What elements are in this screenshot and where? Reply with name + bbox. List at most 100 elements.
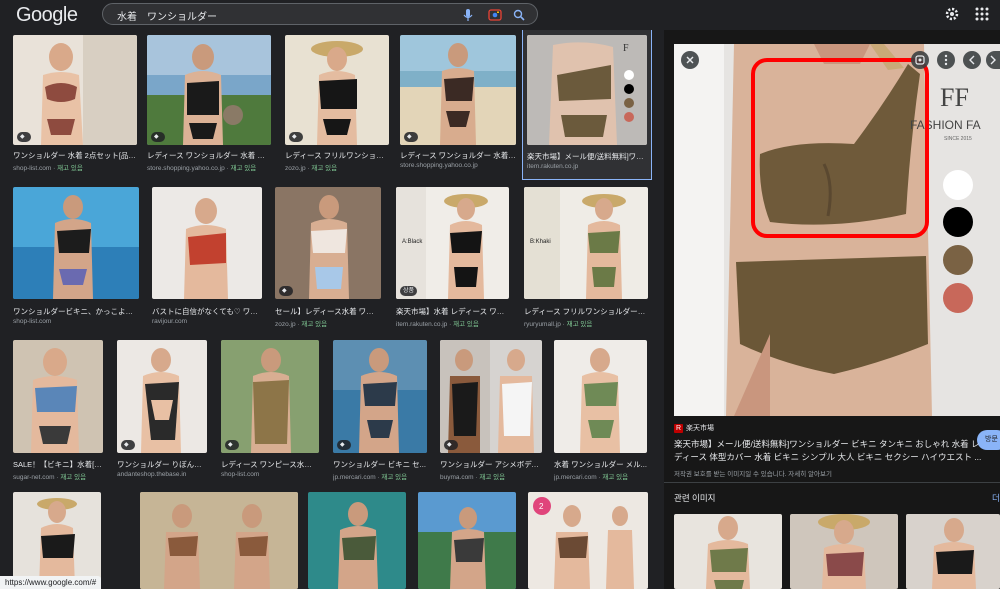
result-title[interactable]: レディース ワンショルダー 水着 胸囲 ... bbox=[147, 150, 271, 161]
result-title[interactable]: 楽天市場】水着 レディース ワン... bbox=[396, 306, 509, 317]
result-card[interactable]: 水着 ワンショルダー メル... jp.mercari.com · 재고 있음 bbox=[554, 340, 647, 481]
result-card[interactable]: ◆ レディース ワンショルダー 水着 ... store.shopping.ya… bbox=[400, 35, 516, 175]
result-card-selected[interactable]: F 楽天市場】メール便/送料無料]ワン... item.rakuten.co.j… bbox=[522, 30, 652, 180]
color-swatch-white bbox=[943, 170, 973, 200]
result-source: shop-list.com bbox=[221, 471, 260, 478]
result-title[interactable]: レディース フリルワンショルダービ... bbox=[524, 306, 648, 317]
result-card[interactable]: ワンショルダービキニ、かっこよく決... shop-list.com bbox=[13, 187, 139, 327]
result-card[interactable] bbox=[140, 492, 298, 589]
result-title[interactable]: ワンショルダー アシメボディ... bbox=[440, 459, 542, 470]
image-results-grid: ◆ ワンショルダー 水着 2点セット[品番... shop-list.com ·… bbox=[0, 30, 660, 589]
result-title[interactable]: 楽天市場】メール便/送料無料]ワン... bbox=[527, 151, 647, 162]
related-more-link[interactable]: 더 bbox=[992, 492, 1000, 504]
search-icon[interactable] bbox=[511, 7, 527, 23]
result-thumbnail[interactable]: F bbox=[527, 35, 647, 145]
preview-title[interactable]: 楽天市場】メール便/送料無料]ワンショルダー ビキニ タンキニ おしゃれ 水着 … bbox=[674, 438, 986, 464]
tag-icon: ◆ bbox=[289, 132, 303, 142]
result-title[interactable]: ワンショルダー 水着 2点セット[品番... bbox=[13, 150, 137, 161]
divider bbox=[664, 482, 1000, 483]
result-card[interactable] bbox=[13, 492, 101, 589]
result-thumbnail[interactable] bbox=[140, 492, 298, 589]
result-title[interactable]: バストに自信がなくても♡ ワン... bbox=[152, 306, 262, 317]
brand-logo-text: FF bbox=[940, 83, 969, 112]
result-thumbnail[interactable] bbox=[13, 187, 139, 299]
product-badge: 상품 bbox=[400, 286, 418, 296]
related-image[interactable] bbox=[790, 514, 898, 589]
preview-source[interactable]: R 楽天市場 bbox=[674, 423, 714, 433]
result-thumbnail[interactable] bbox=[554, 340, 647, 453]
gear-icon[interactable] bbox=[943, 5, 961, 23]
result-card[interactable]: ◆ ワンショルダー アシメボディ... buyma.com · 재고 있음 bbox=[440, 340, 542, 481]
result-source: ravijour.com bbox=[152, 318, 188, 325]
result-title[interactable]: ワンショルダービキニ、かっこよく決... bbox=[13, 306, 139, 317]
result-thumbnail[interactable] bbox=[308, 492, 406, 589]
brand-since: SINCE 2015 bbox=[944, 136, 972, 142]
next-image-button[interactable] bbox=[986, 51, 1000, 69]
result-card[interactable]: 2 bbox=[528, 492, 648, 589]
result-source: jp.mercari.com · 재고 있음 bbox=[554, 474, 629, 481]
result-source: zozo.jp · 재고 있음 bbox=[275, 321, 328, 328]
result-thumbnail[interactable] bbox=[275, 187, 381, 299]
result-card[interactable]: SALE！【ビキニ】水着[ワ... sugar-net.com · 재고 있음 bbox=[13, 340, 103, 481]
related-image[interactable] bbox=[906, 514, 1000, 589]
svg-text:F: F bbox=[623, 43, 629, 54]
result-title[interactable]: ワンショルダー ビキニ セ... bbox=[333, 459, 427, 470]
rakuten-logo-icon: R bbox=[674, 424, 683, 433]
result-thumbnail[interactable] bbox=[152, 187, 262, 299]
result-thumbnail[interactable] bbox=[418, 492, 516, 589]
close-button[interactable] bbox=[681, 51, 699, 69]
result-source: shop-list.com · 재고 있음 bbox=[13, 165, 83, 172]
previous-image-button[interactable] bbox=[963, 51, 981, 69]
result-card[interactable]: ◆ レディース ワンピース水着 ... shop-list.com bbox=[221, 340, 319, 480]
camera-search-icon[interactable] bbox=[487, 7, 503, 23]
svg-text:B:Khaki: B:Khaki bbox=[530, 239, 551, 245]
result-card[interactable]: B:Khaki レディース フリルワンショルダービ... ryuryumall.… bbox=[524, 187, 648, 328]
search-box[interactable]: 水着 ワンショルダー bbox=[102, 3, 538, 25]
result-thumbnail[interactable] bbox=[13, 340, 103, 453]
result-card[interactable] bbox=[418, 492, 516, 589]
result-card[interactable]: バストに自信がなくても♡ ワン... ravijour.com bbox=[152, 187, 262, 327]
svg-text:A:Black: A:Black bbox=[402, 239, 423, 245]
result-card[interactable] bbox=[308, 492, 406, 589]
result-thumbnail[interactable]: A:Black bbox=[396, 187, 509, 299]
result-source: buyma.com · 재고 있음 bbox=[440, 474, 506, 481]
result-title[interactable]: SALE！【ビキニ】水着[ワ... bbox=[13, 459, 103, 470]
microphone-icon[interactable] bbox=[460, 7, 476, 23]
result-thumbnail[interactable] bbox=[285, 35, 389, 145]
result-title[interactable]: レディース フリルワンショル... bbox=[285, 150, 389, 161]
result-thumbnail[interactable]: 2 bbox=[528, 492, 648, 589]
apps-grid-icon[interactable] bbox=[973, 5, 991, 23]
result-thumbnail[interactable] bbox=[400, 35, 516, 145]
result-title[interactable]: セール】レディース水着 ワンシ... bbox=[275, 306, 381, 317]
result-title[interactable]: ワンショルダー りぼんバイ... bbox=[117, 459, 207, 470]
result-thumbnail[interactable] bbox=[147, 35, 271, 145]
google-logo[interactable]: Google bbox=[16, 4, 78, 27]
search-query[interactable]: 水着 ワンショルダー bbox=[117, 8, 217, 23]
result-title[interactable]: 水着 ワンショルダー メル... bbox=[554, 459, 647, 470]
result-source: zozo.jp · 재고 있음 bbox=[285, 165, 338, 172]
result-title[interactable]: レディース ワンショルダー 水着 ... bbox=[400, 150, 516, 161]
result-card[interactable]: ◆ レディース ワンショルダー 水着 胸囲 ... store.shopping… bbox=[147, 35, 271, 175]
copyright-note[interactable]: 저작권 보호를 받는 이미지일 수 있습니다. 자세히 알아보기 bbox=[674, 468, 832, 478]
preview-image[interactable]: FF FASHION FA SINCE 2015 bbox=[674, 44, 1000, 416]
result-card[interactable]: ◆ ワンショルダー りぼんバイ... andanteshop.thebase.i… bbox=[117, 340, 207, 480]
result-card[interactable]: A:Black 상품 楽天市場】水着 レディース ワン... item.raku… bbox=[396, 187, 509, 328]
result-thumbnail[interactable] bbox=[13, 492, 101, 589]
result-card[interactable]: ◆ ワンショルダー 水着 2点セット[品番... shop-list.com ·… bbox=[13, 35, 137, 175]
lens-search-button[interactable] bbox=[911, 51, 929, 69]
result-thumbnail[interactable] bbox=[333, 340, 427, 453]
result-thumbnail[interactable] bbox=[221, 340, 319, 453]
result-thumbnail[interactable] bbox=[13, 35, 137, 145]
svg-text:2: 2 bbox=[539, 502, 544, 511]
result-card[interactable]: ◆ ワンショルダー ビキニ セ... jp.mercari.com · 재고 있… bbox=[333, 340, 427, 481]
related-image[interactable] bbox=[674, 514, 782, 589]
result-card[interactable]: ◆ レディース フリルワンショル... zozo.jp · 재고 있음 bbox=[285, 35, 389, 175]
result-thumbnail[interactable] bbox=[440, 340, 542, 453]
result-card[interactable]: ◆ セール】レディース水着 ワンシ... zozo.jp · 재고 있음 bbox=[275, 187, 381, 328]
result-thumbnail[interactable] bbox=[117, 340, 207, 453]
result-thumbnail[interactable]: B:Khaki bbox=[524, 187, 648, 299]
tag-icon: ◆ bbox=[17, 132, 31, 142]
result-title[interactable]: レディース ワンピース水着 ... bbox=[221, 459, 319, 470]
more-options-button[interactable] bbox=[937, 51, 955, 69]
result-source: store.shopping.yahoo.co.jp bbox=[400, 162, 478, 169]
